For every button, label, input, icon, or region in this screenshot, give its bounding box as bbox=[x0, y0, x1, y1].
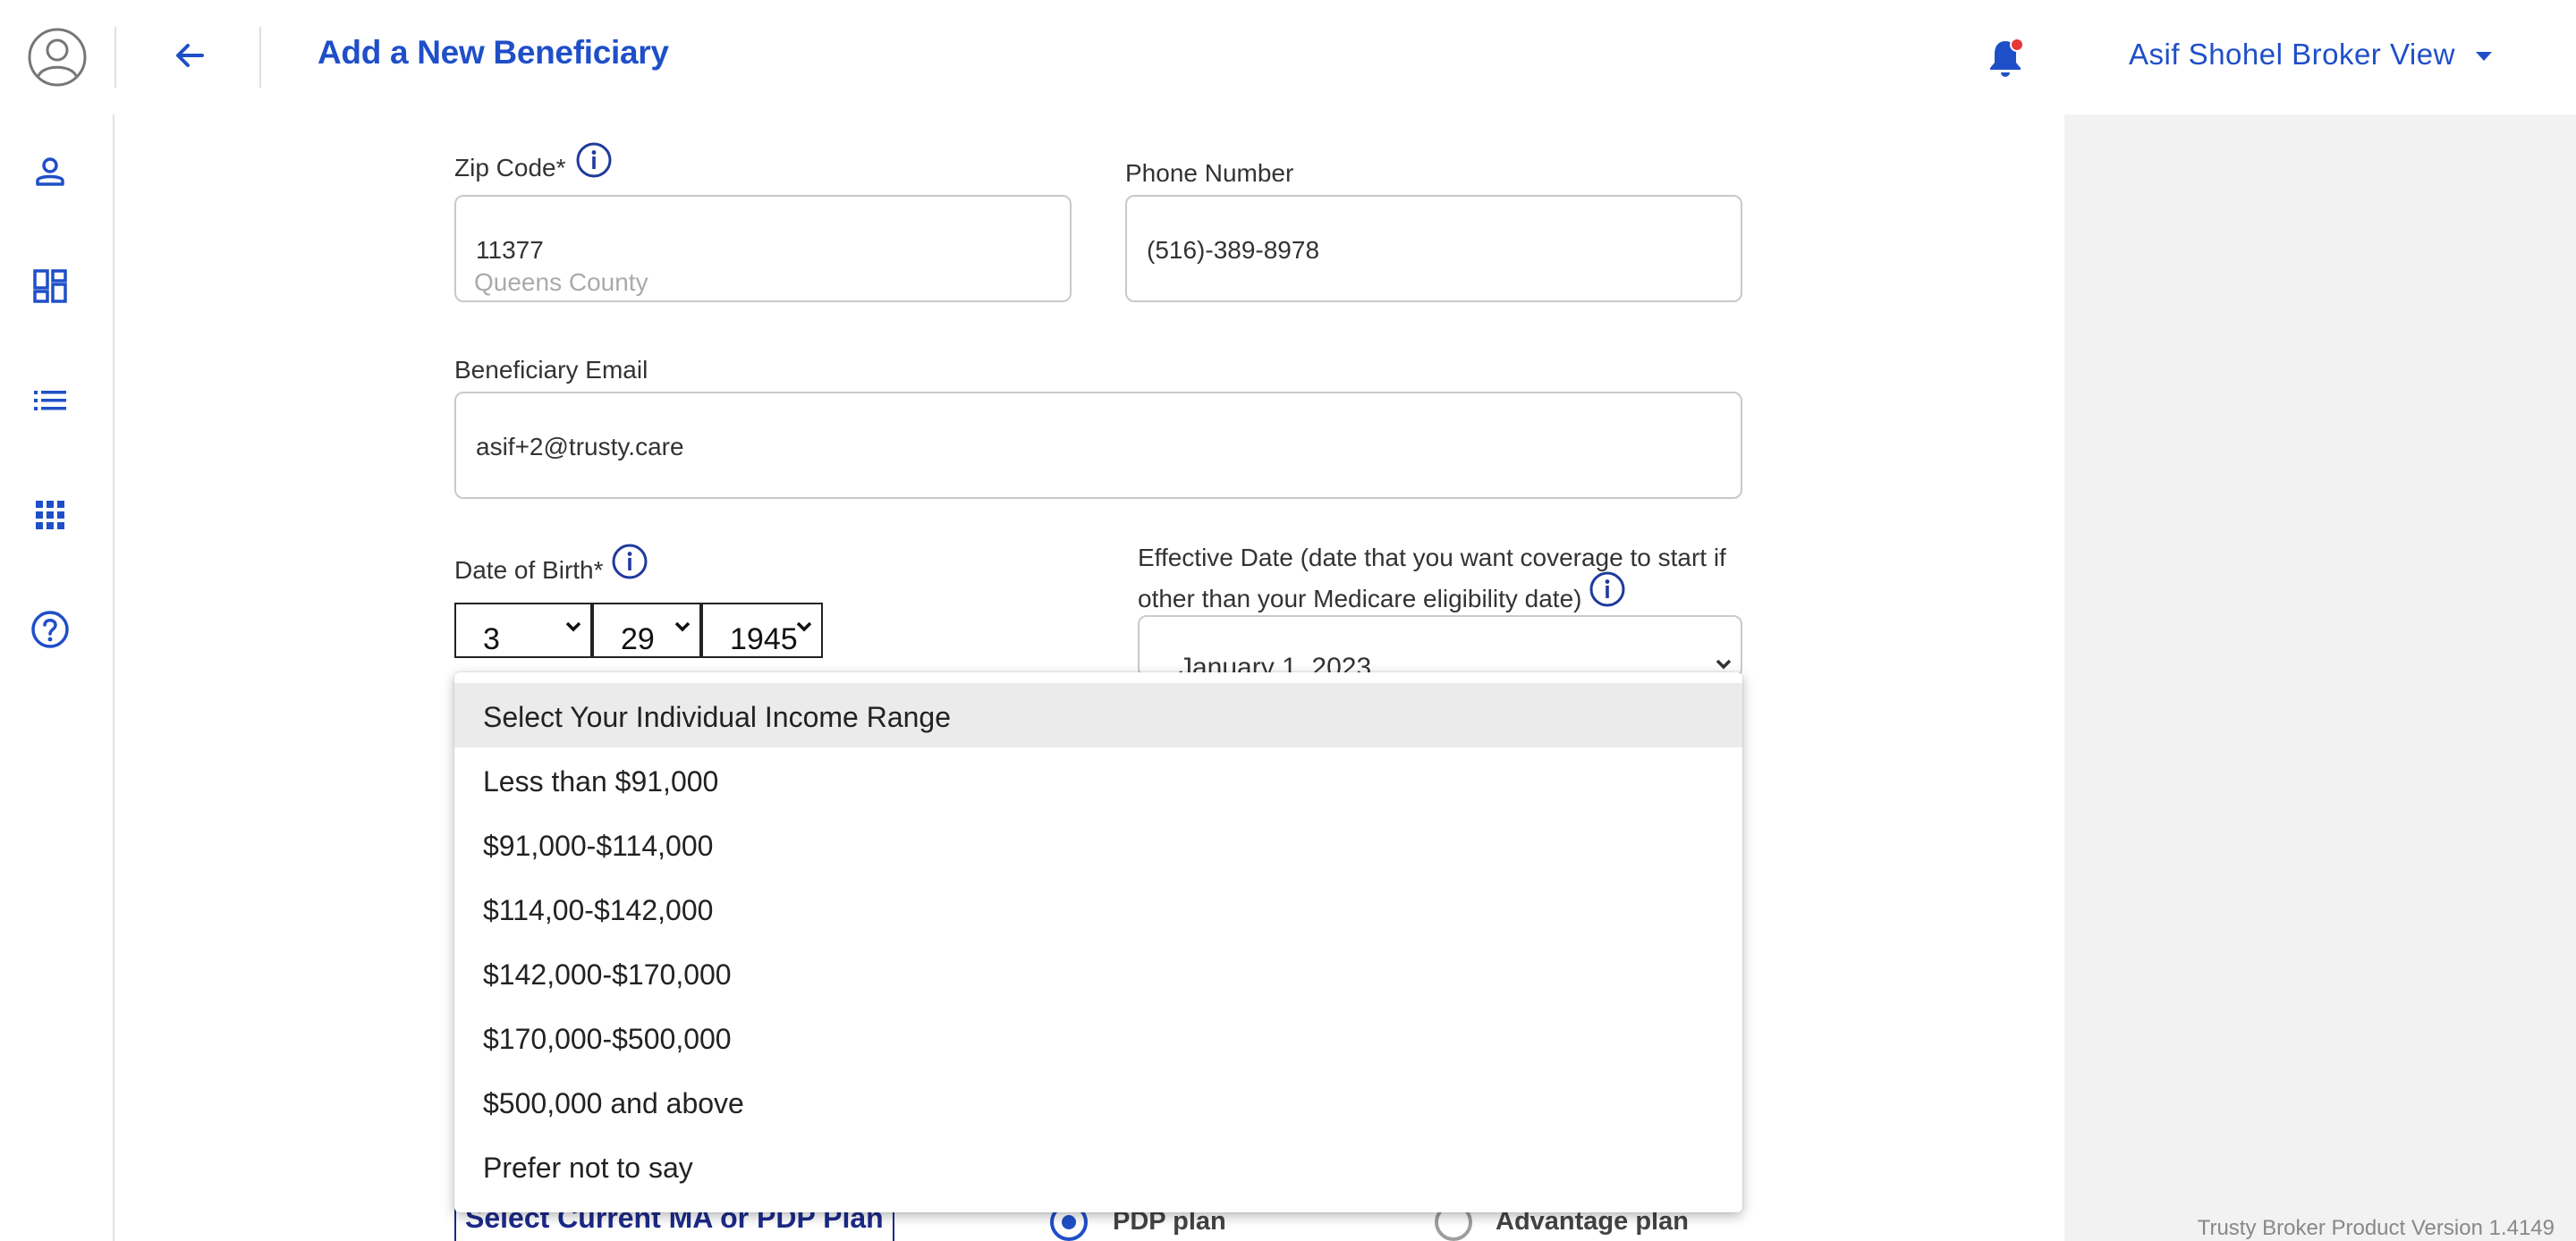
zip-code-field[interactable]: 11377 Queens County bbox=[454, 195, 1072, 302]
phone-number-field[interactable]: (516)-389-8978 bbox=[1125, 195, 1742, 302]
income-option[interactable]: Select Your Individual Income Range bbox=[454, 683, 1742, 747]
dob-day-value: 29 bbox=[621, 622, 655, 656]
info-icon[interactable] bbox=[1589, 570, 1626, 608]
user-menu[interactable]: Asif Shohel Broker View bbox=[2129, 38, 2455, 72]
radio-selected-dot bbox=[1062, 1215, 1076, 1229]
divider bbox=[259, 27, 261, 88]
chevron-down-icon bbox=[674, 621, 691, 632]
side-panel: Trusty Broker Product Version 1.4149 bbox=[2064, 114, 2576, 1241]
beneficiary-email-label: Beneficiary Email bbox=[454, 356, 648, 384]
chevron-down-icon[interactable] bbox=[2476, 52, 2492, 61]
divider bbox=[114, 27, 116, 88]
chevron-down-icon bbox=[565, 621, 581, 632]
beneficiary-email-value: asif+2@trusty.care bbox=[476, 433, 684, 460]
list-icon[interactable] bbox=[29, 379, 72, 422]
back-arrow-icon[interactable] bbox=[170, 36, 209, 75]
county-text: Queens County bbox=[474, 268, 648, 296]
product-version: Trusty Broker Product Version 1.4149 bbox=[2197, 1216, 2555, 1240]
income-option[interactable]: $142,000-$170,000 bbox=[454, 941, 1742, 1005]
dob-month-select[interactable]: 3 bbox=[454, 603, 592, 658]
top-bar: Add a New Beneficiary Asif Shohel Broker… bbox=[0, 0, 2576, 114]
beneficiary-email-field[interactable]: asif+2@trusty.care bbox=[454, 392, 1742, 499]
page-title: Add a New Beneficiary bbox=[318, 34, 669, 71]
zip-code-label: Zip Code* bbox=[454, 154, 566, 182]
effective-date-label-line1: Effective Date (date that you want cover… bbox=[1138, 544, 1726, 571]
dashboard-icon[interactable] bbox=[29, 265, 72, 308]
income-option[interactable]: $170,000-$500,000 bbox=[454, 1005, 1742, 1069]
user-avatar-icon[interactable] bbox=[27, 27, 88, 88]
dob-year-value: 1945 bbox=[730, 622, 798, 656]
info-icon[interactable] bbox=[611, 543, 648, 580]
chevron-down-icon bbox=[1716, 659, 1732, 670]
effective-date-label-line2: other than your Medicare eligibility dat… bbox=[1138, 585, 1582, 612]
dob-year-select[interactable]: 1945 bbox=[701, 603, 823, 658]
person-icon[interactable] bbox=[29, 150, 72, 193]
chevron-down-icon bbox=[796, 621, 812, 632]
help-icon[interactable] bbox=[29, 608, 72, 651]
apps-grid-icon[interactable] bbox=[29, 494, 72, 536]
income-option[interactable]: $500,000 and above bbox=[454, 1069, 1742, 1134]
dob-month-value: 3 bbox=[483, 622, 500, 656]
zip-code-value: 11377 bbox=[476, 236, 544, 264]
income-option[interactable]: $114,00-$142,000 bbox=[454, 876, 1742, 941]
sidebar bbox=[0, 114, 114, 1241]
income-option[interactable]: Less than $91,000 bbox=[454, 747, 1742, 812]
phone-number-label: Phone Number bbox=[1125, 159, 1294, 187]
effective-date-select[interactable]: January 1, 2023 bbox=[1138, 615, 1742, 678]
info-icon[interactable] bbox=[575, 141, 613, 179]
income-range-dropdown[interactable]: Select Your Individual Income Range Less… bbox=[454, 672, 1742, 1212]
date-of-birth-label: Date of Birth* bbox=[454, 556, 604, 584]
phone-number-value: (516)-389-8978 bbox=[1147, 236, 1320, 264]
dob-day-select[interactable]: 29 bbox=[592, 603, 701, 658]
notification-bell-icon[interactable] bbox=[1984, 36, 2027, 80]
income-option[interactable]: Prefer not to say bbox=[454, 1134, 1742, 1198]
income-option[interactable]: $91,000-$114,000 bbox=[454, 812, 1742, 876]
